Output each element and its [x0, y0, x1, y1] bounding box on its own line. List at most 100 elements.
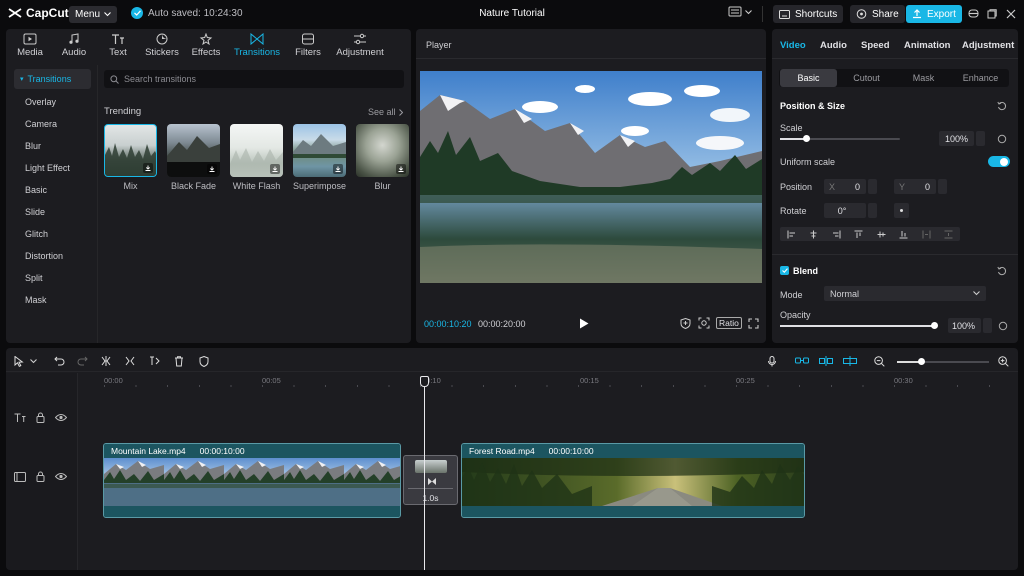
download-icon[interactable]: [270, 164, 280, 174]
playhead[interactable]: [424, 376, 425, 570]
rotate-value[interactable]: 0°: [824, 203, 866, 218]
rotate-stepper[interactable]: [868, 203, 877, 218]
download-icon[interactable]: [396, 164, 406, 174]
play-icon[interactable]: [579, 318, 589, 329]
align-center-icon[interactable]: [809, 230, 818, 239]
position-y-field[interactable]: Y 0: [894, 179, 936, 194]
position-x-stepper[interactable]: [868, 179, 877, 194]
select-cursor-icon[interactable]: [14, 356, 24, 367]
download-icon[interactable]: [207, 164, 217, 174]
search-input[interactable]: Search transitions: [104, 70, 404, 88]
zoom-slider[interactable]: [897, 358, 989, 365]
tab-animation[interactable]: Animation: [904, 40, 950, 51]
blend-mode-select[interactable]: Normal: [824, 286, 986, 301]
close-icon[interactable]: [1006, 9, 1016, 19]
tab-transitions[interactable]: Transitions: [228, 29, 286, 61]
video-preview[interactable]: [420, 71, 762, 283]
category-light-effect[interactable]: Light Effect: [6, 157, 97, 179]
lock-icon[interactable]: [36, 412, 45, 423]
tab-speed[interactable]: Speed: [861, 40, 890, 51]
screenshot-icon[interactable]: [698, 317, 710, 329]
zoom-slider-handle[interactable]: [918, 358, 925, 365]
blend-checkbox[interactable]: [780, 266, 789, 275]
zoom-in-icon[interactable]: [998, 356, 1009, 367]
split-right-icon[interactable]: [149, 356, 160, 366]
subtab-cutout[interactable]: Cutout: [838, 69, 895, 87]
tab-media[interactable]: Media: [8, 29, 52, 61]
see-all-link[interactable]: See all: [368, 107, 403, 117]
transition-thumb-white-flash[interactable]: [230, 124, 283, 177]
category-overlay[interactable]: Overlay: [6, 91, 97, 113]
time-ruler[interactable]: 00:00 00:05 00:10 00:15 00:25 00:30: [104, 373, 1018, 387]
align-bottom-icon[interactable]: [899, 230, 908, 239]
position-y-stepper[interactable]: [938, 179, 947, 194]
opacity-stepper[interactable]: [983, 318, 992, 333]
video-clip-forest-road[interactable]: Forest Road.mp4 00:00:10:00: [461, 443, 805, 518]
maximize-icon[interactable]: [987, 9, 997, 19]
rotate-dial[interactable]: [894, 203, 909, 218]
subtab-basic[interactable]: Basic: [780, 69, 837, 87]
tab-effects[interactable]: Effects: [184, 29, 228, 61]
distribute-horizontal-icon[interactable]: [922, 230, 931, 239]
download-icon[interactable]: [143, 163, 153, 173]
category-mask[interactable]: Mask: [6, 289, 97, 311]
subtab-mask[interactable]: Mask: [895, 69, 952, 87]
category-glitch[interactable]: Glitch: [6, 223, 97, 245]
tab-adjustment-settings[interactable]: Adjustment: [962, 40, 1014, 51]
category-basic[interactable]: Basic: [6, 179, 97, 201]
align-right-icon[interactable]: [832, 230, 841, 239]
transition-thumb-black-fade[interactable]: [167, 124, 220, 177]
uniform-scale-toggle[interactable]: [988, 156, 1010, 167]
eye-icon[interactable]: [55, 413, 67, 422]
category-blur[interactable]: Blur: [6, 135, 97, 157]
delete-icon[interactable]: [174, 356, 184, 367]
category-camera[interactable]: Camera: [6, 113, 97, 135]
microphone-icon[interactable]: [768, 356, 776, 367]
subtab-enhance[interactable]: Enhance: [952, 69, 1009, 87]
distribute-vertical-icon[interactable]: [944, 230, 953, 239]
share-button[interactable]: Share: [850, 5, 905, 23]
align-middle-icon[interactable]: [877, 230, 886, 239]
menu-button[interactable]: Menu: [69, 6, 118, 23]
category-distortion[interactable]: Distortion: [6, 245, 97, 267]
position-x-field[interactable]: X 0: [824, 179, 866, 194]
tab-filters[interactable]: Filters: [286, 29, 330, 61]
link-icon[interactable]: [795, 356, 809, 365]
reset-icon[interactable]: [997, 266, 1007, 276]
snap-icon[interactable]: [819, 356, 833, 366]
transition-thumb-blur[interactable]: [356, 124, 409, 177]
category-split[interactable]: Split: [6, 267, 97, 289]
zoom-out-icon[interactable]: [874, 356, 885, 367]
undo-icon[interactable]: [54, 356, 65, 366]
keyframe-icon[interactable]: [997, 134, 1007, 144]
scale-slider-handle[interactable]: [803, 135, 811, 142]
shortcuts-button[interactable]: Shortcuts: [773, 5, 844, 23]
playhead-handle[interactable]: [420, 376, 429, 387]
scale-stepper[interactable]: [976, 131, 985, 146]
preview-axis-icon[interactable]: [843, 356, 857, 366]
tab-audio[interactable]: Audio: [52, 29, 96, 61]
shield-icon[interactable]: [680, 318, 691, 329]
opacity-slider[interactable]: [780, 322, 938, 329]
layout-button[interactable]: [728, 6, 752, 18]
align-left-icon[interactable]: [787, 230, 796, 239]
redo-icon[interactable]: [77, 356, 88, 366]
tab-adjustment[interactable]: Adjustment: [330, 29, 390, 61]
transition-block[interactable]: 1.0s: [403, 455, 458, 505]
reset-icon[interactable]: [997, 101, 1007, 111]
opacity-value[interactable]: 100%: [948, 318, 981, 333]
tab-video[interactable]: Video: [780, 40, 806, 51]
export-button[interactable]: Export: [906, 5, 962, 23]
category-transitions[interactable]: ▾ Transitions: [14, 69, 91, 89]
opacity-slider-handle[interactable]: [931, 322, 938, 329]
scale-value[interactable]: 100%: [939, 131, 974, 146]
shield-icon[interactable]: [199, 356, 209, 367]
scale-slider[interactable]: [780, 135, 900, 142]
download-icon[interactable]: [333, 164, 343, 174]
fullscreen-icon[interactable]: [748, 318, 759, 329]
minimize-icon[interactable]: [968, 9, 979, 18]
eye-icon[interactable]: [55, 472, 67, 481]
chevron-down-icon[interactable]: [30, 359, 37, 364]
transition-thumb-superimpose[interactable]: [293, 124, 346, 177]
ratio-button[interactable]: Ratio: [716, 317, 742, 329]
